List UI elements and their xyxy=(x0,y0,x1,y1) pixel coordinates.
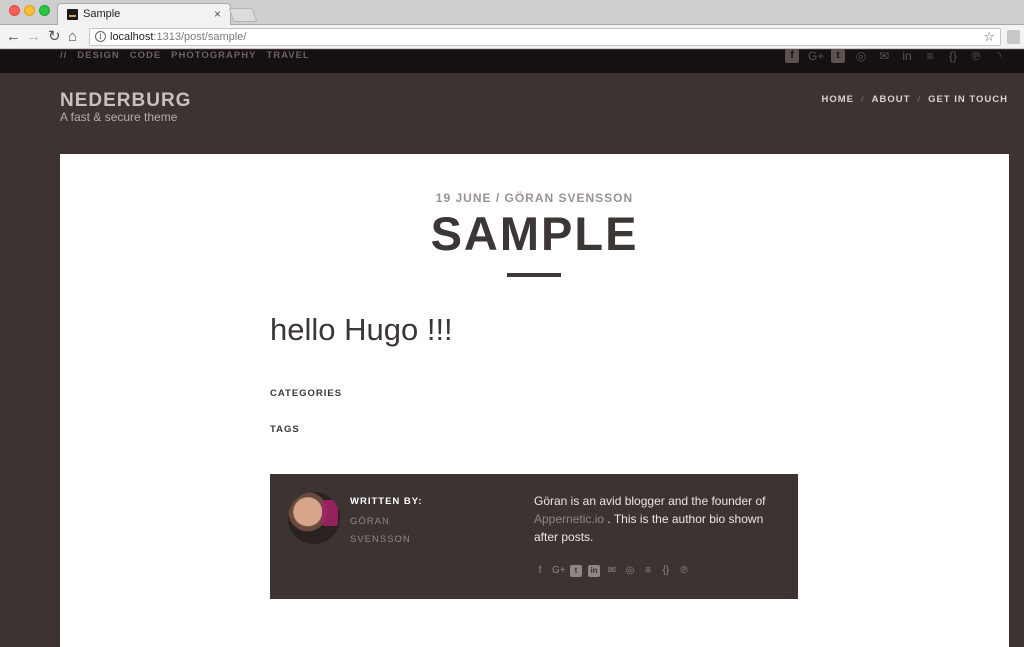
category-nav-divider: // xyxy=(60,50,68,61)
post-content-heading: hello Hugo !!! xyxy=(270,312,453,347)
nav-separator: / xyxy=(861,94,865,105)
author-bio: Göran is an avid blogger and the founder… xyxy=(534,492,784,546)
back-button[interactable]: ← xyxy=(6,27,21,47)
home-button[interactable]: ⌂ xyxy=(68,27,77,47)
url-path: :1313/post/sample/ xyxy=(153,31,247,43)
facebook-icon[interactable]: f xyxy=(534,565,546,577)
site-topbar: // DESIGN CODE PHOTOGRAPHY TRAVEL f G+ t… xyxy=(0,49,1024,73)
google-plus-icon[interactable]: G+ xyxy=(808,49,824,63)
main-nav: HOME / ABOUT / GET IN TOUCH xyxy=(822,94,1008,105)
browser-toolbar: ← → ↻ ⌂ i localhost:1313/post/sample/ ☆ xyxy=(0,25,1024,49)
facebook-icon[interactable]: f xyxy=(785,49,799,63)
rss-icon[interactable]: ◝ xyxy=(992,49,1006,63)
category-nav: // DESIGN CODE PHOTOGRAPHY TRAVEL xyxy=(60,50,310,61)
written-by-label: WRITTEN BY: xyxy=(350,496,423,507)
category-design[interactable]: DESIGN xyxy=(77,50,119,61)
category-travel[interactable]: TRAVEL xyxy=(266,50,309,61)
linkedin-icon[interactable]: in xyxy=(588,565,600,577)
github-icon[interactable]: {} xyxy=(946,49,960,63)
pinterest-icon[interactable]: ℗ xyxy=(678,565,690,577)
instagram-icon[interactable]: ◎ xyxy=(854,49,868,63)
tab-close-button[interactable]: × xyxy=(214,7,221,21)
author-box: WRITTEN BY: GÖRAN SVENSSON Göran is an a… xyxy=(270,474,798,599)
stackoverflow-icon[interactable]: ≡ xyxy=(923,49,937,63)
site-info-icon[interactable]: i xyxy=(95,31,106,42)
url-host: localhost xyxy=(110,31,154,43)
author-bio-link[interactable]: Appernetic.io xyxy=(534,512,604,526)
topbar-social-links: f G+ t ◎ ✉ in ≡ {} ℗ ◝ xyxy=(785,49,1006,63)
github-icon[interactable]: {} xyxy=(660,565,672,577)
extension-icon[interactable] xyxy=(1007,30,1020,44)
author-avatar xyxy=(288,492,340,544)
post-meta: 19 JUNE / GÖRAN SVENSSON xyxy=(435,191,634,205)
nav-home[interactable]: HOME xyxy=(822,94,855,105)
bookmark-star-icon[interactable]: ☆ xyxy=(983,29,995,45)
address-url[interactable]: localhost:1313/post/sample/ xyxy=(110,31,246,43)
site-tagline: A fast & secure theme xyxy=(60,110,178,124)
linkedin-icon[interactable]: in xyxy=(900,49,914,63)
categories-label: CATEGORIES xyxy=(270,388,343,399)
pinterest-icon[interactable]: ℗ xyxy=(969,49,983,63)
post-title: SAMPLE xyxy=(430,207,639,260)
browser-tab-bar: Sample × xyxy=(0,0,1024,26)
author-name[interactable]: GÖRAN SVENSSON xyxy=(350,513,430,549)
google-plus-icon[interactable]: G+ xyxy=(552,565,566,577)
category-photography[interactable]: PHOTOGRAPHY xyxy=(171,50,256,61)
email-icon[interactable]: ✉ xyxy=(877,49,891,63)
address-bar[interactable]: i localhost:1313/post/sample/ ☆ xyxy=(89,28,1001,46)
instagram-icon[interactable]: ◎ xyxy=(624,565,636,577)
email-icon[interactable]: ✉ xyxy=(606,565,618,577)
browser-tab[interactable]: Sample × xyxy=(57,3,231,26)
category-code[interactable]: CODE xyxy=(130,50,161,61)
tags-label: TAGS xyxy=(270,424,300,435)
close-window-button[interactable] xyxy=(9,5,20,16)
title-divider xyxy=(507,273,561,277)
zoom-window-button[interactable] xyxy=(39,5,50,16)
nav-separator: / xyxy=(917,94,922,105)
nav-get-in-touch[interactable]: GET IN TOUCH xyxy=(928,94,1008,105)
forward-button[interactable]: → xyxy=(26,27,41,47)
stackoverflow-icon[interactable]: ≡ xyxy=(642,565,654,577)
reload-button[interactable]: ↻ xyxy=(48,27,61,47)
nav-about[interactable]: ABOUT xyxy=(872,94,911,105)
author-social-links: f G+ t in ✉ ◎ ≡ {} ℗ xyxy=(534,565,690,577)
author-bio-text: Göran is an avid blogger and the founder… xyxy=(534,494,766,508)
twitter-icon[interactable]: t xyxy=(570,565,582,577)
site-header: NEDERBURG A fast & secure theme HOME / A… xyxy=(0,73,1024,154)
site-name[interactable]: NEDERBURG xyxy=(60,90,191,112)
minimize-window-button[interactable] xyxy=(24,5,35,16)
post-card: 19 JUNE / GÖRAN SVENSSON SAMPLE hello Hu… xyxy=(60,154,1009,647)
favicon-icon xyxy=(67,9,78,20)
new-tab-button[interactable] xyxy=(228,8,258,22)
twitter-icon[interactable]: t xyxy=(831,49,845,63)
tab-title: Sample xyxy=(83,8,121,20)
